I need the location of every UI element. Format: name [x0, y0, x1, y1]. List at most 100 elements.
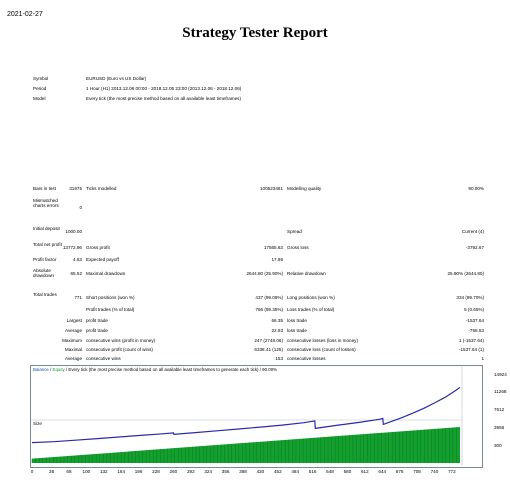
stat-label: Bars in test — [33, 186, 56, 191]
x-tick-label: 100 — [82, 469, 91, 474]
stat-label: consecutive wins — [86, 356, 121, 361]
size-panel-label: Size — [33, 421, 42, 426]
stat-value: 6338.41 (125) — [254, 347, 283, 352]
x-tick-label: 68 — [66, 469, 72, 474]
stat-label: Modelling quality — [287, 186, 322, 191]
legend-description: / Every tick (the most precise method ba… — [64, 367, 278, 372]
x-tick-label: 0 — [30, 469, 34, 474]
x-tick-label: 644 — [378, 469, 387, 474]
stat-group-label: Maximum — [62, 338, 82, 343]
stat-label: consecutive wins (profit in money) — [86, 338, 156, 343]
y-tick-label: 11268 — [494, 389, 507, 394]
stat-label: Mismatched charts errors — [33, 198, 59, 209]
stat-label: Absolute drawdown — [33, 268, 54, 279]
stat-label: Ticks modelled — [86, 186, 117, 191]
stat-label: consecutive losses — [287, 356, 326, 361]
stat-group-label: Maximal — [64, 347, 82, 352]
x-tick-label: 196 — [134, 469, 143, 474]
x-tick-label: 548 — [326, 469, 334, 474]
stat-value: 66.35 — [271, 318, 284, 323]
x-tick-label: 260 — [169, 469, 178, 474]
stat-label: Short positions (won %) — [86, 295, 135, 300]
stat-label: Total trades — [33, 292, 57, 297]
stat-value: 1 (-1537.64) — [458, 338, 484, 343]
stat-value: -3792.67 — [465, 245, 484, 250]
stat-label: Initial deposit — [33, 226, 60, 231]
stat-value: -1537.64 (1) — [458, 347, 484, 352]
y-tick-label: 14924 — [494, 372, 507, 377]
stat-value: 1 — [481, 356, 484, 361]
stat-label: Gross profit — [86, 245, 110, 250]
x-tick-label: 676 — [395, 469, 404, 474]
stat-value: 0 — [79, 205, 82, 210]
stat-value: 5 (0.65%) — [464, 307, 484, 312]
stat-value: -1537.64 — [465, 318, 484, 323]
stat-value: 17565.63 — [263, 245, 283, 250]
chart-canvas — [31, 365, 463, 466]
stat-value: 334 (99.70%) — [456, 295, 484, 300]
x-tick-label: 388 — [239, 469, 247, 474]
stat-value: 153 — [275, 356, 283, 361]
stat-value: 17.86 — [271, 257, 284, 262]
stat-value: 13772.96 — [62, 245, 82, 250]
meta-value: Every tick (the most precise method base… — [86, 96, 241, 101]
stat-label: Expected payoff — [86, 257, 119, 262]
stat-value: 766 (99.35%) — [255, 307, 283, 312]
stat-label: consecutive loss (count of losses) — [287, 347, 356, 352]
stat-label: consecutive losses (loss in money) — [287, 338, 358, 343]
x-tick-label: 132 — [99, 469, 108, 474]
stat-label: Relative drawdown — [287, 271, 326, 276]
stat-label: Maximal drawdown — [86, 271, 126, 276]
stat-value: 100523461 — [260, 186, 283, 191]
stat-value: 65.52 — [70, 271, 83, 276]
x-tick-label: 164 — [117, 469, 126, 474]
meta-value: 1 Hour (H1) 2013.12.06 00:00 - 2018.12.0… — [86, 86, 242, 91]
stat-group-label: Largest — [66, 318, 82, 323]
meta-label: Model — [33, 96, 46, 101]
y-tick-label: 7612 — [494, 407, 505, 412]
x-tick-label: 420 — [256, 469, 265, 474]
chart-legend: Balance / Equity / Every tick (the most … — [33, 367, 278, 372]
stat-label: consecutive profit (count of wins) — [86, 347, 153, 352]
stat-value: 4.63 — [73, 257, 82, 262]
meta-value: EURUSD (Euro vs US Dollar) — [86, 76, 147, 81]
x-tick-label: 356 — [221, 469, 230, 474]
stat-group-label: Average — [64, 328, 82, 333]
stat-value: 31975 — [69, 186, 82, 191]
stat-group-label: Average — [64, 356, 82, 361]
x-tick-label: 452 — [273, 469, 282, 474]
stat-label: Profit factor — [33, 257, 57, 262]
x-tick-label: 228 — [152, 469, 160, 474]
meta-label: Symbol — [33, 76, 49, 81]
y-tick-label: 300 — [494, 443, 502, 448]
legend-equity: Equity — [52, 367, 65, 372]
balance-chart: Balance / Equity / Every tick (the most … — [30, 365, 507, 474]
meta-label: Period — [33, 86, 47, 91]
report-date: 2021-02-27 — [7, 11, 43, 18]
stat-label: profit trade — [86, 318, 108, 323]
stat-label: profit trade — [86, 328, 108, 333]
stat-label: Profit trades (% of total) — [86, 307, 135, 312]
stat-label: Gross loss — [287, 245, 309, 250]
stat-value: 25.90% (2644.80) — [447, 271, 484, 276]
stat-value: -758.53 — [468, 328, 484, 333]
x-tick-label: 292 — [186, 469, 195, 474]
stat-label: loss trade — [287, 318, 307, 323]
y-tick-label: 3956 — [494, 425, 505, 430]
x-tick-label: 772 — [447, 469, 456, 474]
x-tick-label: 36 — [49, 469, 55, 474]
x-tick-label: 740 — [430, 469, 439, 474]
stat-value: Current (4) — [461, 229, 484, 234]
stat-value: 437 (99.08%) — [255, 295, 283, 300]
legend-balance: Balance — [33, 367, 49, 372]
stat-label: loss trade — [287, 328, 307, 333]
stat-value: 22.93 — [271, 328, 284, 333]
stat-value: 1000.00 — [65, 229, 82, 234]
stat-label: Loss trades (% of total) — [287, 307, 335, 312]
x-tick-label: 324 — [204, 469, 213, 474]
stat-label: Total net profit — [33, 242, 62, 247]
stat-value: 2644.80 (25.90%) — [246, 271, 283, 276]
stat-value: 90.00% — [468, 186, 484, 191]
report-title: Strategy Tester Report — [182, 25, 328, 41]
x-tick-label: 612 — [360, 469, 369, 474]
